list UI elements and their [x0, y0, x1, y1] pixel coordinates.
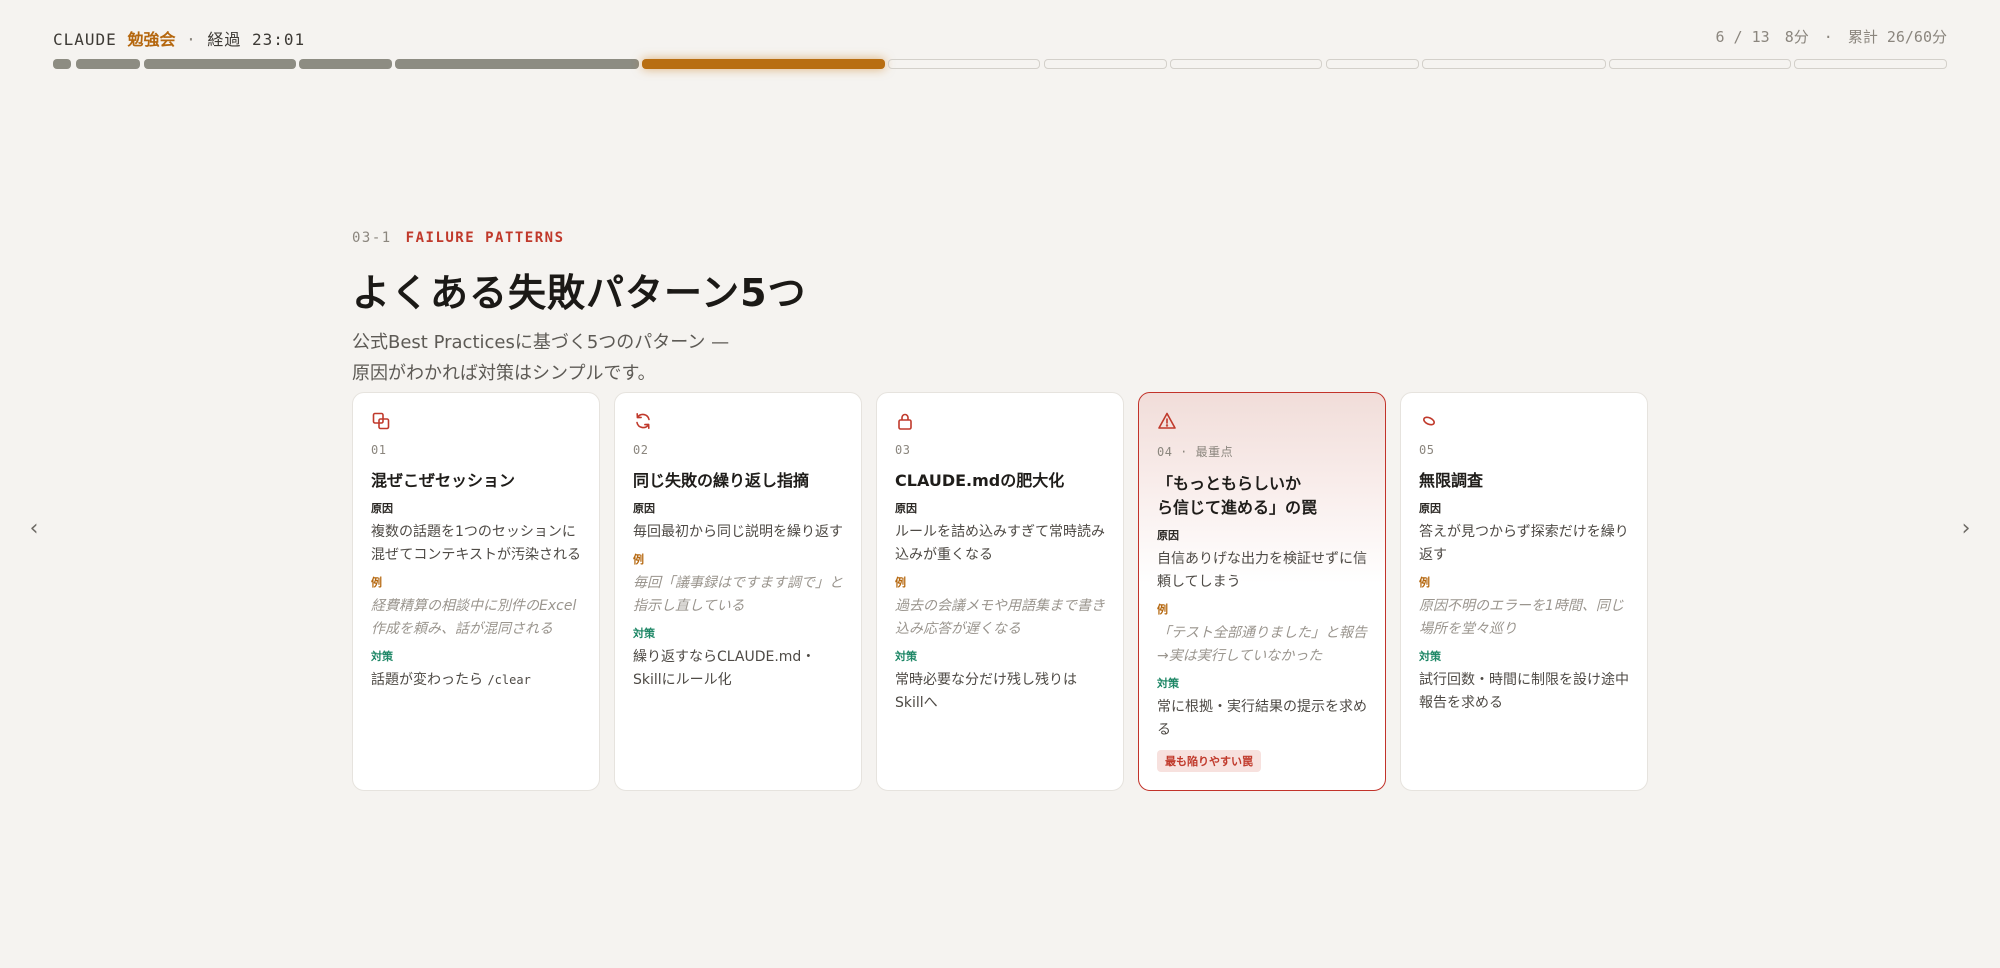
section-number: 03-1: [352, 230, 392, 246]
fix-label: 対策: [895, 650, 917, 663]
section-eyebrow: 03-1 FAILURE PATTERNS: [352, 230, 1652, 246]
top-trap-badge: 最も陥りやすい罠: [1157, 750, 1261, 772]
card-title: 同じ失敗の繰り返し指摘: [633, 471, 810, 490]
fix-label: 対策: [1157, 677, 1179, 690]
meta-separator: ·: [1823, 28, 1833, 46]
cause-text: 複数の話題を1つのセッションに混ぜてコンテキストが汚染される: [371, 524, 581, 563]
slide-title: よくある失敗パターン5つ: [352, 271, 807, 315]
pattern-card-04-highlight: 04 · 最重点 「もっともらしいか ら信じて進める」の罠 原因 自信ありげな出…: [1138, 392, 1386, 791]
cause-label: 原因: [1157, 529, 1179, 542]
cause-label: 原因: [371, 502, 393, 515]
pattern-card-01: 01 混ぜこぜセッション 原因 複数の話題を1つのセッションに混ぜてコンテキスト…: [352, 392, 600, 791]
fix-label: 対策: [1419, 650, 1441, 663]
cause-text: 答えが見つからず探索だけを繰り返す: [1419, 524, 1629, 563]
card-title: 混ぜこぜセッション: [371, 471, 516, 490]
example-text: 毎回「議事録はですます調で」と指示し直している: [633, 575, 843, 614]
refresh-icon: [633, 411, 653, 431]
subtitle-line-1: 公式Best Practicesに基づく5つのパターン —: [352, 332, 730, 353]
card-number: 04 · 最重点: [1157, 445, 1234, 459]
progress-segment-12[interactable]: [1609, 59, 1791, 69]
session-brand: CLAUDE 勉強会 · 経過 23:01: [53, 26, 305, 50]
progress-segment-7[interactable]: [888, 59, 1040, 69]
example-text: 原因不明のエラーを1時間、同じ場所を堂々巡り: [1419, 598, 1624, 637]
cause-label: 原因: [633, 502, 655, 515]
top-bar: CLAUDE 勉強会 · 経過 23:01 6 / 13 8分 · 累計 26/…: [53, 26, 1947, 50]
progress-segment-1[interactable]: [53, 59, 71, 69]
prev-slide-button[interactable]: ‹: [22, 516, 46, 541]
example-label: 例: [371, 576, 382, 589]
pattern-card-03: 03 CLAUDE.mdの肥大化 原因 ルールを詰め込みすぎて常時読み込みが重く…: [876, 392, 1124, 791]
example-label: 例: [633, 553, 644, 566]
brand-name: CLAUDE: [53, 30, 117, 49]
loop-icon: [1419, 411, 1439, 431]
example-label: 例: [895, 576, 906, 589]
example-text: 「テスト全部通りました」と報告→実は実行していなかった: [1157, 625, 1367, 664]
progress-segment-2[interactable]: [76, 59, 140, 69]
example-text: 過去の会議メモや用語集まで書き込み応答が遅くなる: [895, 598, 1105, 637]
brand-separator: ·: [186, 30, 197, 49]
progress-segment-8[interactable]: [1044, 59, 1167, 69]
fix-text: 常時必要な分だけ残し残りはSkillへ: [895, 672, 1077, 711]
elapsed-timer: 経過 23:01: [207, 30, 306, 49]
failure-pattern-cards: 01 混ぜこぜセッション 原因 複数の話題を1つのセッションに混ぜてコンテキスト…: [352, 392, 1648, 792]
total-time: 累計 26/60分: [1847, 28, 1947, 46]
progress-segment-11[interactable]: [1422, 59, 1606, 69]
card-number: 05: [1419, 443, 1435, 457]
example-label: 例: [1157, 603, 1168, 616]
progress-segment-4[interactable]: [299, 59, 392, 69]
fix-label: 対策: [633, 627, 655, 640]
slide-progress-bar: [53, 58, 1947, 70]
copy-icon: [371, 411, 391, 431]
clear-command: /clear: [487, 673, 531, 687]
subtitle-line-2: 原因がわかれば対策はシンプルです。: [352, 363, 656, 384]
cause-text: 自信ありげな出力を検証せずに信頼してしまう: [1157, 551, 1367, 590]
card-title-line-1: 「もっともらしいか: [1157, 474, 1302, 493]
example-label: 例: [1419, 576, 1430, 589]
slide-subtitle: 公式Best Practicesに基づく5つのパターン — 原因がわかれば対策は…: [352, 327, 1652, 389]
fix-text-main: 話題が変わったら: [371, 672, 483, 688]
fix-text: 繰り返すならCLAUDE.md・Skillにルール化: [633, 649, 816, 688]
fix-label: 対策: [371, 650, 393, 663]
card-title: 無限調査: [1419, 471, 1484, 490]
fix-text: 試行回数・時間に制限を設け途中報告を求める: [1419, 672, 1629, 711]
slide-time: 8分: [1784, 28, 1809, 46]
next-slide-button[interactable]: ›: [1954, 516, 1978, 541]
cause-label: 原因: [1419, 502, 1441, 515]
example-text: 経費精算の相談中に別件のExcel作成を頼み、話が混同される: [371, 598, 577, 637]
progress-segment-10[interactable]: [1326, 59, 1419, 69]
cause-text: ルールを詰め込みすぎて常時読み込みが重くなる: [895, 524, 1105, 563]
fix-text: 常に根拠・実行結果の提示を求める: [1157, 699, 1367, 738]
cause-label: 原因: [895, 502, 917, 515]
slide-meta: 6 / 13 8分 · 累計 26/60分: [1709, 26, 1947, 47]
card-number: 02: [633, 443, 649, 457]
warning-icon: [1157, 411, 1177, 431]
progress-segment-6-current[interactable]: [642, 59, 885, 69]
section-label: FAILURE PATTERNS: [405, 230, 565, 246]
lock-icon: [895, 411, 915, 431]
fix-text: 話題が変わったら /clear: [371, 669, 581, 692]
progress-segment-13[interactable]: [1794, 59, 1947, 69]
slide-position: 6 / 13: [1715, 28, 1770, 46]
card-number: 03: [895, 443, 911, 457]
progress-segment-5[interactable]: [395, 59, 639, 69]
pattern-card-02: 02 同じ失敗の繰り返し指摘 原因 毎回最初から同じ説明を繰り返す 例 毎回「議…: [614, 392, 862, 791]
card-title: 「もっともらしいか ら信じて進める」の罠: [1157, 472, 1367, 520]
card-title: CLAUDE.mdの肥大化: [895, 471, 1065, 490]
slide-header: 03-1 FAILURE PATTERNS よくある失敗パターン5つ 公式Bes…: [352, 230, 1652, 389]
pattern-card-05: 05 無限調査 原因 答えが見つからず探索だけを繰り返す 例 原因不明のエラーを…: [1400, 392, 1648, 791]
progress-segment-3[interactable]: [144, 59, 296, 69]
progress-segment-9[interactable]: [1170, 59, 1322, 69]
card-number: 01: [371, 443, 387, 457]
brand-accent: 勉強会: [127, 30, 176, 49]
card-title-line-2: ら信じて進める」の罠: [1157, 498, 1318, 517]
cause-text: 毎回最初から同じ説明を繰り返す: [633, 524, 843, 540]
